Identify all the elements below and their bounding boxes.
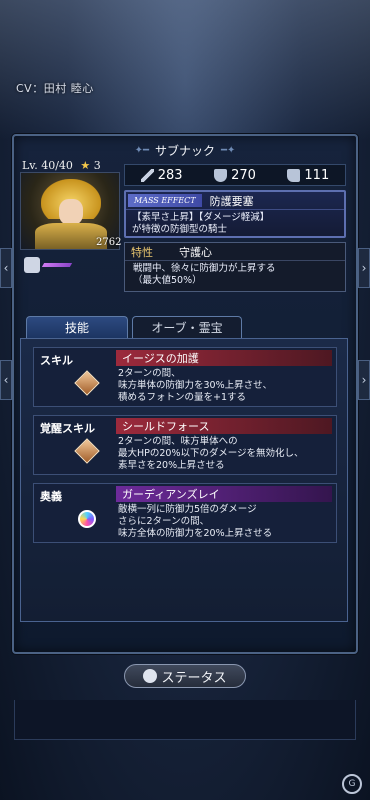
skills-list: スキル イージスの加護 2ターンの間、 味方単体の防御力を30%上昇させ、 積め… (20, 338, 348, 622)
trait-line: （最大値50%） (133, 275, 202, 286)
speed-value: 111 (304, 167, 330, 183)
skill-description: 2ターンの間、 味方単体の防御力を30%上昇させ、 積めるフォトンの量を+1する (118, 368, 272, 404)
character-name: サブナック (154, 143, 215, 158)
skill-category: スキル (40, 354, 73, 367)
skill-description: 2ターンの間、味方単体への 最大HPの20%以下のダメージを無効化し、 素早さを… (118, 436, 304, 472)
skill-category: 奥義 (40, 490, 62, 503)
level-text: Lv. 40/40 (22, 159, 73, 172)
stat-speed: 111 (287, 168, 329, 183)
skill-line: 味方単体の防御力を30%上昇させ、 (118, 380, 273, 391)
skill-line: 敵横一列に防御力5倍のダメージ (118, 504, 257, 515)
mass-effect-header: MASS EFFECT 防護要塞 (126, 192, 344, 210)
ultimate-skill-card[interactable]: 奥義 ガーディアンズレイ 敵横一列に防御力5倍のダメージ さらに2ターンの間、 … (33, 483, 337, 543)
tab-orb[interactable]: オーブ・霊宝 (132, 316, 242, 338)
awakening-gem-icon (74, 438, 100, 464)
skill-line: さらに2ターンの間、 (118, 516, 210, 527)
trait-header: 特性 守護心 (125, 243, 345, 261)
sword-icon (140, 168, 154, 182)
skill-category: 覚醒スキル (40, 422, 95, 435)
mass-effect-description: 【素早さ上昇】【ダメージ軽減】 が特徴の防御型の騎士 (126, 210, 344, 238)
person-icon (143, 669, 158, 683)
skill-description: 敵横一列に防御力5倍のダメージ さらに2ターンの間、 味方全体の防御力を20%上… (118, 504, 272, 540)
trait-label: 特性 (131, 245, 153, 259)
status-button[interactable]: ステータス (124, 664, 246, 688)
skill-line: 2ターンの間、味方単体への (118, 436, 238, 447)
skill-name: シールドフォース (116, 418, 332, 434)
mass-effect-line: 【素早さ上昇】【ダメージ軽減】 (132, 212, 270, 223)
next-arrow-icon[interactable]: › (358, 248, 370, 288)
skill-line: 積めるフォトンの量を+1する (118, 392, 247, 403)
ornament-icon: ━✦ (221, 144, 236, 156)
status-button-label: ステータス (161, 670, 227, 686)
star-icon: ★ (80, 159, 91, 172)
star-count: 3 (93, 159, 101, 172)
awakening-skill-card[interactable]: 覚醒スキル シールドフォース 2ターンの間、味方単体への 最大HPの20%以下の… (33, 415, 337, 475)
character-name-bar: ✦━ サブナック ━✦ (70, 140, 300, 160)
skill-line: 2ターンの間、 (118, 368, 181, 379)
portrait-face (59, 199, 83, 225)
skill-name: ガーディアンズレイ (116, 486, 332, 502)
trait-name: 守護心 (179, 245, 212, 259)
tab-skills[interactable]: 技能 (26, 316, 128, 338)
skill-gem-icon (74, 370, 100, 396)
weapon-row (24, 256, 114, 274)
weapon-gauge (41, 263, 73, 267)
stat-defense: 270 (214, 168, 256, 183)
weapon-icon (24, 257, 40, 273)
voice-actor-label: CV：田村 睦心 (16, 82, 94, 95)
mass-effect-line: が特徴の防御型の騎士 (132, 224, 228, 235)
prev-arrow-icon[interactable]: ‹ (0, 248, 12, 288)
stat-attack: 283 (140, 167, 183, 183)
defense-value: 270 (231, 167, 256, 183)
detail-tabs: 技能 オーブ・霊宝 (26, 316, 242, 338)
skill-line: 味方全体の防御力を20%上昇させる (118, 528, 273, 539)
power-value: 2762 (96, 237, 122, 248)
mass-effect-tag: MASS EFFECT (128, 194, 202, 207)
skill-line: 最大HPの20%以下のダメージを無効化し、 (118, 448, 304, 459)
level-display: Lv. 40/40 ★ 3 (22, 159, 101, 172)
trait-line: 戦闘中、徐々に防御力が上昇する (133, 263, 276, 274)
trait-description: 戦闘中、徐々に防御力が上昇する （最大値50%） (125, 261, 345, 289)
boot-icon (287, 168, 301, 182)
background-art (0, 0, 370, 140)
prev-skill-arrow-icon[interactable]: ‹ (0, 360, 12, 400)
skill-line: 素早さを20%上昇させる (118, 460, 225, 471)
mass-effect-title: 防護要塞 (209, 194, 254, 208)
watermark-logo-icon: G (342, 774, 362, 794)
next-skill-arrow-icon[interactable]: › (358, 360, 370, 400)
ornament-icon: ✦━ (134, 144, 149, 156)
trait-box: 特性 守護心 戦闘中、徐々に防御力が上昇する （最大値50%） (124, 242, 346, 292)
stats-bar: 283 270 111 (124, 164, 346, 186)
mass-effect-box: MASS EFFECT 防護要塞 【素早さ上昇】【ダメージ軽減】 が特徴の防御型… (124, 190, 346, 238)
bottom-bar (14, 700, 356, 740)
skill-card[interactable]: スキル イージスの加護 2ターンの間、 味方単体の防御力を30%上昇させ、 積め… (33, 347, 337, 407)
shield-icon (214, 168, 228, 182)
attack-value: 283 (157, 167, 183, 183)
rainbow-orb-icon (78, 510, 96, 528)
skill-name: イージスの加護 (116, 350, 332, 366)
